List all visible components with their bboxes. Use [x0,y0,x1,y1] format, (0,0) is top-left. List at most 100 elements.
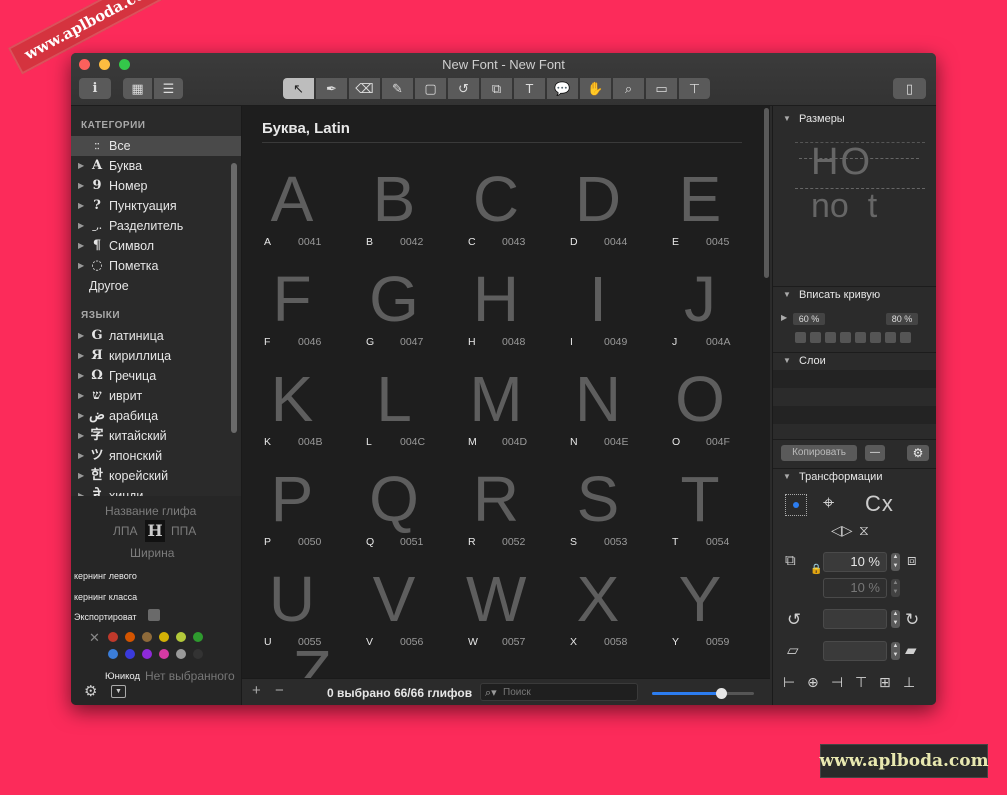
category-item[interactable]: ▶ ◌ Пометка [71,256,241,276]
fit-curve-section-header[interactable]: ▼ Вписать кривую [773,286,936,304]
rectangle-tool[interactable]: ▢ [415,78,446,99]
union-icon[interactable]: ⧉ [785,704,796,705]
color-swatch[interactable] [108,649,118,659]
language-item[interactable]: ▶ ने хинди [71,486,241,496]
disclosure-icon[interactable]: ▶ [78,176,84,196]
sidebar-scrollbar[interactable] [231,163,237,433]
disclosure-icon[interactable]: ▶ [78,366,84,386]
glyph-cell[interactable]: P P 0050 [242,464,344,564]
language-item[interactable]: ▶ ツ японский [71,446,241,466]
scale-stepper[interactable]: ▲ ▼ [891,553,900,571]
disclosure-icon[interactable]: ▶ [78,236,84,256]
disclosure-icon[interactable]: ▶ [78,426,84,446]
disclosure-icon[interactable]: ▶ [78,446,84,466]
fit-curve-preset-button[interactable] [855,332,866,343]
gear-icon[interactable]: ⚙ [84,682,97,700]
category-item[interactable]: ▶ A Буква [71,156,241,176]
glyph-cell[interactable]: N N 004E [548,364,650,464]
scale-field-vertical[interactable]: 10 % [823,578,887,598]
color-swatch[interactable] [159,632,169,642]
language-item[interactable]: ▶ Якириллица [71,346,241,366]
glyph-cell[interactable]: S S 0053 [548,464,650,564]
align-top-icon[interactable]: ⊤ [855,674,867,691]
rotate-stepper[interactable]: ▲ ▼ [891,610,900,628]
disclosure-icon[interactable]: ▶ [78,466,84,486]
lock-icon[interactable]: 🔒 [810,564,822,575]
color-swatch[interactable] [142,649,152,659]
slant-field[interactable] [823,641,887,661]
category-item[interactable]: ▶ 9 Номер [71,176,241,196]
dropdown-icon[interactable]: ▼ [111,685,126,698]
disclosure-icon[interactable]: ▶ [78,216,84,236]
bounding-box-origin-icon[interactable] [785,494,807,516]
language-item[interactable]: ▶ ض арабица [71,406,241,426]
dimensions-section-header[interactable]: ▼ Размеры [773,110,936,128]
fit-curve-preset-button[interactable] [885,332,896,343]
fit-curve-preset-button[interactable] [795,332,806,343]
glyph-cell[interactable]: W W 0057 [446,564,548,664]
align-left-icon[interactable]: ⊢ [783,674,795,691]
category-item[interactable]: ⁚⁚ Все [71,136,241,156]
clear-color-icon[interactable]: ✕ [89,630,100,646]
glyph-cell[interactable]: Q Q 0051 [344,464,446,564]
layer-options-button[interactable]: ⚙ [907,445,929,461]
search-field[interactable]: ⌕▾ Поиск [480,683,638,701]
language-item[interactable]: ▶ ש иврит [71,386,241,406]
glyph-cell[interactable]: G G 0047 [344,264,446,364]
copy-button[interactable]: Копировать [781,445,857,461]
color-swatch[interactable] [193,632,203,642]
color-swatch[interactable] [125,649,135,659]
fit-curve-preset-button[interactable] [825,332,836,343]
glyph-cell[interactable]: A A 0041 [242,164,344,264]
scale-down-icon[interactable]: ⧉ [785,552,796,569]
fit-curve-preset-button[interactable] [900,332,911,343]
grid-scrollbar[interactable] [764,108,769,278]
glyph-cell[interactable]: D D 0044 [548,164,650,264]
fit-curve-preset-button[interactable] [870,332,881,343]
category-item[interactable]: ▶ _,. Разделитель [71,216,241,236]
flip-horizontal-icon[interactable]: ◁▷ [831,522,853,539]
glyph-cell[interactable]: H H 0048 [446,264,548,364]
intersect-icon[interactable]: ⧇ [833,704,843,705]
eraser-tool[interactable]: ⌫ [349,78,380,99]
glyph-cell[interactable]: F F 0046 [242,264,344,364]
layers-section-header[interactable]: ▼ Слои [773,352,936,370]
rotate-tool[interactable]: ↺ [448,78,479,99]
transform-origin-text[interactable]: Cx [865,491,894,517]
add-glyph-button[interactable]: + [252,682,261,699]
language-item[interactable]: ▶ 字 китайский [71,426,241,446]
pen-tool[interactable]: ✒ [316,78,347,99]
color-swatch[interactable] [108,632,118,642]
color-swatch[interactable] [193,649,203,659]
disclosure-icon[interactable]: ▶ [78,386,84,406]
fit-curve-arrow-icon[interactable]: ▶ [781,313,787,322]
disclosure-icon[interactable]: ▶ [78,346,84,366]
disclosure-icon[interactable]: ▶ [78,406,84,426]
align-right-icon[interactable]: ⊣ [831,674,843,691]
scale-tool[interactable]: ⧉ [481,78,512,99]
zoom-slider-knob[interactable] [716,688,728,699]
flip-vertical-icon[interactable]: ⧖ [859,522,869,539]
partial-glyph[interactable]: Z [282,638,342,678]
glyph-cell[interactable]: B B 0042 [344,164,446,264]
glyph-cell[interactable]: Y Y 0059 [650,564,752,664]
disclosure-icon[interactable]: ▶ [78,196,84,216]
glyph-cell[interactable]: E E 0045 [650,164,752,264]
language-item[interactable]: ▶ Ω Гречица [71,366,241,386]
color-swatch[interactable] [176,649,186,659]
zoom-tool[interactable]: ⌕ [613,78,644,99]
glyph-cell[interactable]: L L 004C [344,364,446,464]
layer-row[interactable] [773,370,936,388]
glyph-cell[interactable]: O O 004F [650,364,752,464]
slant-left-icon[interactable]: ▱ [787,641,799,659]
glyph-cell[interactable]: I I 0049 [548,264,650,364]
glyph-cell[interactable]: K K 004B [242,364,344,464]
grid-view-button[interactable]: ▦ [123,78,152,99]
color-swatch[interactable] [159,649,169,659]
glyph-cell[interactable]: J J 004A [650,264,752,364]
rotate-right-icon[interactable]: ↻ [905,610,919,630]
annotation-tool[interactable]: 💬 [547,78,578,99]
crosshair-icon[interactable]: ⌖ [823,492,834,515]
text-tool[interactable]: T [514,78,545,99]
fit-curve-preset-button[interactable] [810,332,821,343]
